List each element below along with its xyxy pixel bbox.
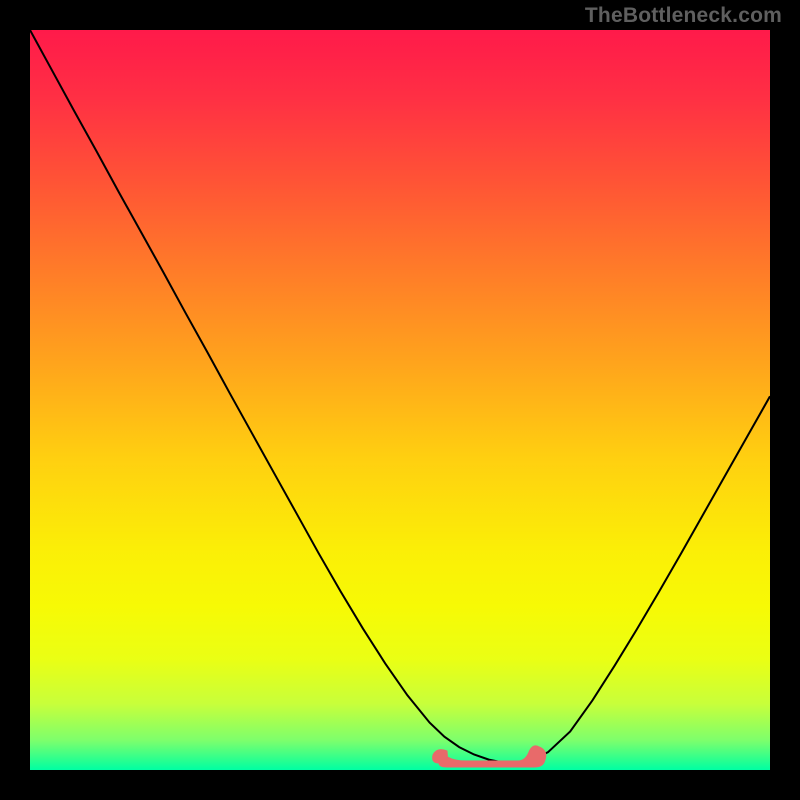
plot-area [30, 30, 770, 770]
optimal-range-marker [431, 739, 549, 770]
watermark-text: TheBottleneck.com [585, 4, 782, 28]
bottleneck-curve [30, 30, 770, 770]
curve-path [30, 30, 770, 763]
